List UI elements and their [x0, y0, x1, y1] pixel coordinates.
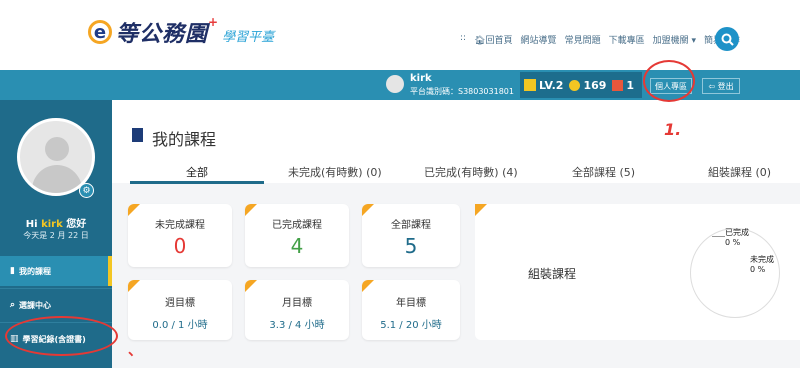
finished-courses-card[interactable]: 已完成課程 4	[245, 204, 349, 267]
assembled-courses-label: 組裝課程	[528, 267, 577, 281]
nav-home[interactable]: 🏠︎回首頁	[474, 33, 512, 46]
nav-agencies[interactable]: 加盟機關 ▾	[653, 33, 696, 46]
legend-done: 已完成 0 %	[725, 228, 749, 247]
goal-value: 5.1 / 20 小時	[380, 320, 442, 331]
card-value: 4	[290, 234, 304, 258]
card-corner	[245, 280, 257, 292]
monthly-goal-card: 月目標 3.3 / 4 小時	[245, 280, 349, 340]
coin-icon	[569, 79, 581, 91]
goal-value: 3.3 / 4 小時	[269, 320, 325, 331]
search-icon	[721, 33, 734, 46]
card-value: 5	[404, 234, 418, 258]
card-label: 全部課程	[391, 220, 431, 231]
annotation-circle-profile	[643, 60, 695, 102]
nav-sitemap[interactable]: 網站導覽	[521, 33, 557, 46]
annotation-mark-2: 、	[128, 343, 142, 359]
card-label: 未完成課程	[155, 220, 205, 231]
annotation-mark-1: 1.	[664, 120, 682, 139]
search-icon: ⌕	[10, 300, 16, 310]
platform-id: 平台識別碼：S3803031801	[410, 87, 514, 96]
user-name: kirk	[410, 73, 432, 84]
nav-downloads[interactable]: 下載專區	[609, 33, 645, 46]
logout-icon: ⇦	[708, 81, 718, 91]
user-stats: LV.2 169 1	[520, 72, 642, 98]
avatar-body	[32, 165, 82, 193]
goal-label: 年目標	[396, 298, 426, 309]
card-corner	[475, 204, 487, 216]
book-icon	[132, 128, 143, 142]
logo-subtitle: 學習平臺	[222, 29, 275, 45]
page-title: 我的課程	[152, 130, 217, 149]
all-courses-card[interactable]: 全部課程 5	[362, 204, 460, 267]
nav-faq[interactable]: 常見問題	[565, 33, 601, 46]
divider	[0, 288, 112, 289]
card-corner	[128, 280, 140, 292]
tab-finished[interactable]: 已完成(有時數) (4)	[424, 164, 518, 180]
card-value: 0	[173, 234, 187, 258]
card-corner	[362, 280, 374, 292]
active-tab-indicator	[130, 181, 264, 184]
tab-unfinished[interactable]: 未完成(有時數) (0)	[288, 164, 382, 180]
legend-undone: 未完成 0 %	[750, 255, 774, 274]
today-date: 今天是 2 月 22 日	[23, 231, 89, 240]
tab-assembled-courses[interactable]: 組裝課程 (0)	[708, 164, 771, 180]
greeting-name: kirk	[41, 219, 63, 230]
weekly-goal-card: 週目標 0.0 / 1 小時	[128, 280, 232, 340]
goal-value: 0.0 / 1 小時	[152, 320, 208, 331]
legend-leader-line	[712, 236, 725, 237]
nav-prefix: ::	[460, 33, 467, 43]
card-corner	[362, 204, 374, 216]
card-corner	[128, 204, 140, 216]
sidebar-item-label: 選課中心	[19, 300, 52, 310]
gift-value: 1	[626, 78, 635, 92]
logo-e-icon: e	[88, 20, 112, 44]
card-corner	[245, 204, 257, 216]
card-label: 已完成課程	[272, 220, 322, 231]
top-navigation: :: 🏠︎回首頁 網站導覽 常見問題 下載專區 加盟機關 ▾ 簡易操作	[460, 33, 740, 46]
unfinished-courses-card[interactable]: 未完成課程 0	[128, 204, 232, 267]
level-value: LV.2	[539, 78, 564, 92]
avatar-head	[45, 137, 69, 161]
home-icon: 🏠︎	[474, 36, 486, 46]
logout-button[interactable]: ⇦ 登出	[702, 78, 740, 94]
logo-plus: +	[208, 15, 219, 29]
sidebar-item-my-courses[interactable]: ▮ 我的課程	[0, 256, 112, 286]
user-avatar[interactable]	[386, 75, 404, 93]
book-icon: ▮	[10, 266, 15, 276]
greeting: Hi kirk 您好	[25, 219, 87, 230]
coin-value: 169	[583, 78, 607, 92]
level-icon	[524, 79, 536, 91]
goal-label: 週目標	[165, 298, 195, 309]
tab-all[interactable]: 全部	[186, 164, 208, 180]
settings-gear-icon[interactable]: ⚙	[79, 183, 94, 198]
tab-all-courses[interactable]: 全部課程 (5)	[572, 164, 635, 180]
logo-brand-text: 等公務園	[116, 22, 209, 47]
annotation-circle-records	[5, 316, 118, 356]
sidebar-item-label: 我的課程	[18, 266, 51, 276]
search-button[interactable]	[715, 27, 739, 51]
site-logo[interactable]: e 等公務園 + 學習平臺	[88, 15, 275, 48]
gift-icon	[612, 79, 624, 91]
goal-label: 月目標	[282, 298, 312, 309]
yearly-goal-card: 年目標 5.1 / 20 小時	[362, 280, 460, 340]
